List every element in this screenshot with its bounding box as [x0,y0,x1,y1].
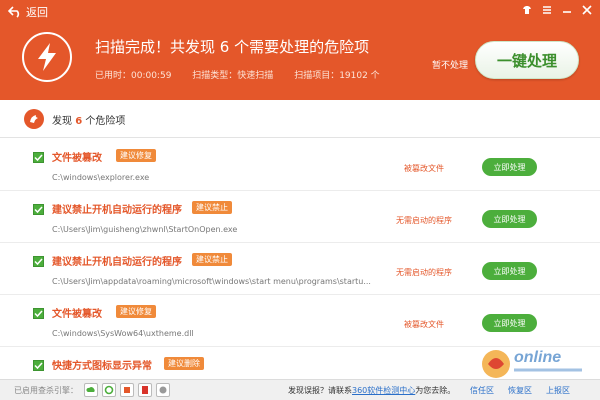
scan-result-title: 扫描完成！共发现 6 个需要处理的危险项 [95,38,370,56]
risk-list: 文件被篡改 建议修复 C:\windows\explorer.exe 被篡改文件… [0,139,600,379]
qvm-engine-icon[interactable] [102,383,116,397]
report-zone-link[interactable]: 上报区 [546,385,570,396]
scan-type: 扫描类型：快速扫描 [192,71,274,81]
suggestion-tag: 建议删除 [164,357,204,370]
skin-icon[interactable] [520,3,534,17]
summary-text: 发现 6 个危险项 [52,112,125,127]
back-button[interactable]: 返回 [8,4,48,20]
cloud-engine-icon[interactable] [84,383,98,397]
summary-count: 6 [75,116,83,127]
repair-engine-icon[interactable] [120,383,134,397]
close-icon[interactable] [580,3,594,17]
item-checkbox[interactable] [33,308,44,319]
summary-prefix: 发现 [52,116,72,127]
bitdefender-engine-icon[interactable] [138,383,152,397]
summary-suffix: 个危险项 [85,116,126,127]
risk-row: 建议禁止开机自动运行的程序 建议禁止 C:\Users\Jim\appdata\… [0,243,600,295]
item-path: C:\Users\Jim\guisheng\zhwnl\StartOnOpen.… [52,225,238,234]
risk-row: 文件被篡改 建议修复 C:\windows\SysWow64\uxtheme.d… [0,295,600,347]
scan-items-count: 扫描项目：19102 个 [294,71,380,81]
item-checkbox[interactable] [33,256,44,267]
summary-bar: 发现 6 个危险项 [0,100,600,138]
footer-bar: 已启用查杀引擎： 发现误报？请联系360软件检测中心为您去除。 信任区 恢复区 … [0,379,600,400]
item-title: 文件被篡改 [52,153,102,164]
risk-type: 无需启动的程序 [396,216,452,225]
risk-type: 被篡改文件 [404,320,444,329]
item-path: C:\Users\Jim\appdata\roaming\microsoft\w… [52,277,371,286]
fix-now-button[interactable]: 立即处理 [482,314,537,332]
item-path: C:\windows\explorer.exe [52,173,150,182]
item-title: 建议禁止开机自动运行的程序 [52,205,182,216]
item-title: 建议禁止开机自动运行的程序 [52,257,182,268]
title-bar: 返回 [0,0,600,22]
fix-now-button[interactable]: 立即处理 [482,262,537,280]
fix-now-button[interactable]: 立即处理 [482,158,537,176]
elapsed-time: 已用时：00:00:59 [95,71,172,81]
risk-type: 被篡改文件 [404,164,444,173]
suggestion-tag: 建议禁止 [192,253,232,266]
fix-all-button[interactable]: 一键处理 [475,41,579,79]
avira-engine-icon[interactable] [156,383,170,397]
item-checkbox[interactable] [33,360,44,371]
item-title: 快捷方式图标显示异常 [52,361,152,372]
trust-zone-link[interactable]: 信任区 [470,385,494,396]
msg-suffix: 为您去除。 [415,386,456,395]
minimize-icon[interactable] [560,3,574,17]
suggestion-tag: 建议修复 [116,149,156,162]
risk-row: 文件被篡改 建议修复 C:\windows\explorer.exe 被篡改文件… [0,139,600,191]
item-path: C:\windows\SysWow64\uxtheme.dll [52,329,194,338]
back-label: 返回 [26,6,48,19]
report-center-link[interactable]: 360软件检测中心 [352,386,415,395]
risk-row: 建议禁止开机自动运行的程序 建议禁止 C:\Users\Jim\guisheng… [0,191,600,243]
engines-label: 已启用查杀引擎： [14,386,78,395]
menu-icon[interactable] [540,3,554,17]
skip-button[interactable]: 暂不处理 [432,58,468,71]
fix-now-button[interactable]: 立即处理 [482,210,537,228]
engine-list [84,383,170,397]
footer-links: 信任区 恢复区 上报区 [470,385,570,396]
header-panel: 返回 扫描完成！共发现 6 个需要处理的危险项 已用时：00:00:59 扫描类… [0,0,600,100]
back-arrow-icon [8,6,22,18]
item-title: 文件被篡改 [52,309,102,320]
suggestion-tag: 建议修复 [116,305,156,318]
restore-zone-link[interactable]: 恢复区 [508,385,532,396]
window-controls [520,3,594,17]
item-checkbox[interactable] [33,152,44,163]
item-checkbox[interactable] [33,204,44,215]
scan-stats: 已用时：00:00:59 扫描类型：快速扫描 扫描项目：19102 个 [95,68,398,81]
false-positive-msg: 发现误报？请联系360软件检测中心为您去除。 [288,385,455,396]
risk-row: 快捷方式图标显示异常 建议删除 [0,347,600,379]
msg-prefix: 发现误报？请联系 [288,386,352,395]
suggestion-tag: 建议禁止 [192,201,232,214]
warning-bird-icon [24,109,44,129]
risk-type: 无需启动的程序 [396,268,452,277]
lightning-icon [22,32,72,82]
